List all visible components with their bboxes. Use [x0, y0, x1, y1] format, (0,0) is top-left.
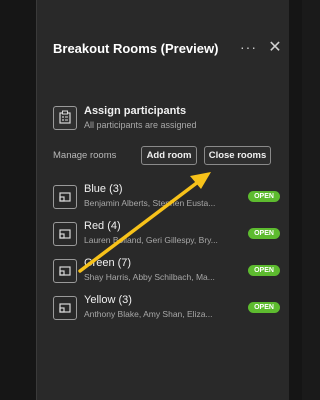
close-icon[interactable]: ✕	[267, 38, 283, 58]
status-badge: OPEN	[248, 265, 280, 276]
assign-participants-label: Assign participants	[84, 105, 187, 117]
room-icon	[53, 259, 77, 283]
room-name: Blue (3)	[84, 183, 123, 195]
room-icon	[53, 222, 77, 246]
room-icon	[53, 296, 77, 320]
room-name: Red (4)	[84, 220, 121, 232]
right-edge-strip	[288, 0, 302, 400]
room-item-green[interactable]: Green (7) Shay Harris, Abby Schilbach, M…	[53, 256, 280, 286]
assign-participants-icon	[53, 106, 77, 130]
room-icon	[53, 185, 77, 209]
room-item-blue[interactable]: Blue (3) Benjamin Alberts, Stephen Eusta…	[53, 182, 280, 212]
room-item-red[interactable]: Red (4) Lauren Bolland, Geri Gillespy, B…	[53, 219, 280, 249]
status-badge: OPEN	[248, 228, 280, 239]
more-options-icon[interactable]: ···	[240, 38, 256, 58]
room-members: Shay Harris, Abby Schilbach, Ma...	[84, 272, 215, 282]
room-item-yellow[interactable]: Yellow (3) Anthony Blake, Amy Shan, Eliz…	[53, 293, 280, 323]
manage-rooms-label: Manage rooms	[53, 150, 117, 161]
assign-status-text: All participants are assigned	[84, 120, 197, 130]
status-badge: OPEN	[248, 191, 280, 202]
panel-header: Breakout Rooms (Preview) ··· ✕	[53, 38, 282, 58]
status-badge: OPEN	[248, 302, 280, 313]
panel-title: Breakout Rooms (Preview)	[53, 40, 219, 56]
breakout-rooms-panel: Breakout Rooms (Preview) ··· ✕ Assign pa…	[36, 0, 289, 400]
room-name: Yellow (3)	[84, 294, 132, 306]
left-sidebar-strip	[0, 0, 36, 400]
room-members: Lauren Bolland, Geri Gillespy, Bry...	[84, 235, 218, 245]
add-room-button[interactable]: Add room	[141, 146, 197, 165]
room-name: Green (7)	[84, 257, 132, 269]
room-members: Benjamin Alberts, Stephen Eusta...	[84, 198, 216, 208]
assign-participants-button[interactable]: Assign participants All participants are…	[53, 103, 273, 135]
close-rooms-button[interactable]: Close rooms	[204, 146, 271, 165]
room-members: Anthony Blake, Amy Shan, Eliza...	[84, 309, 213, 319]
